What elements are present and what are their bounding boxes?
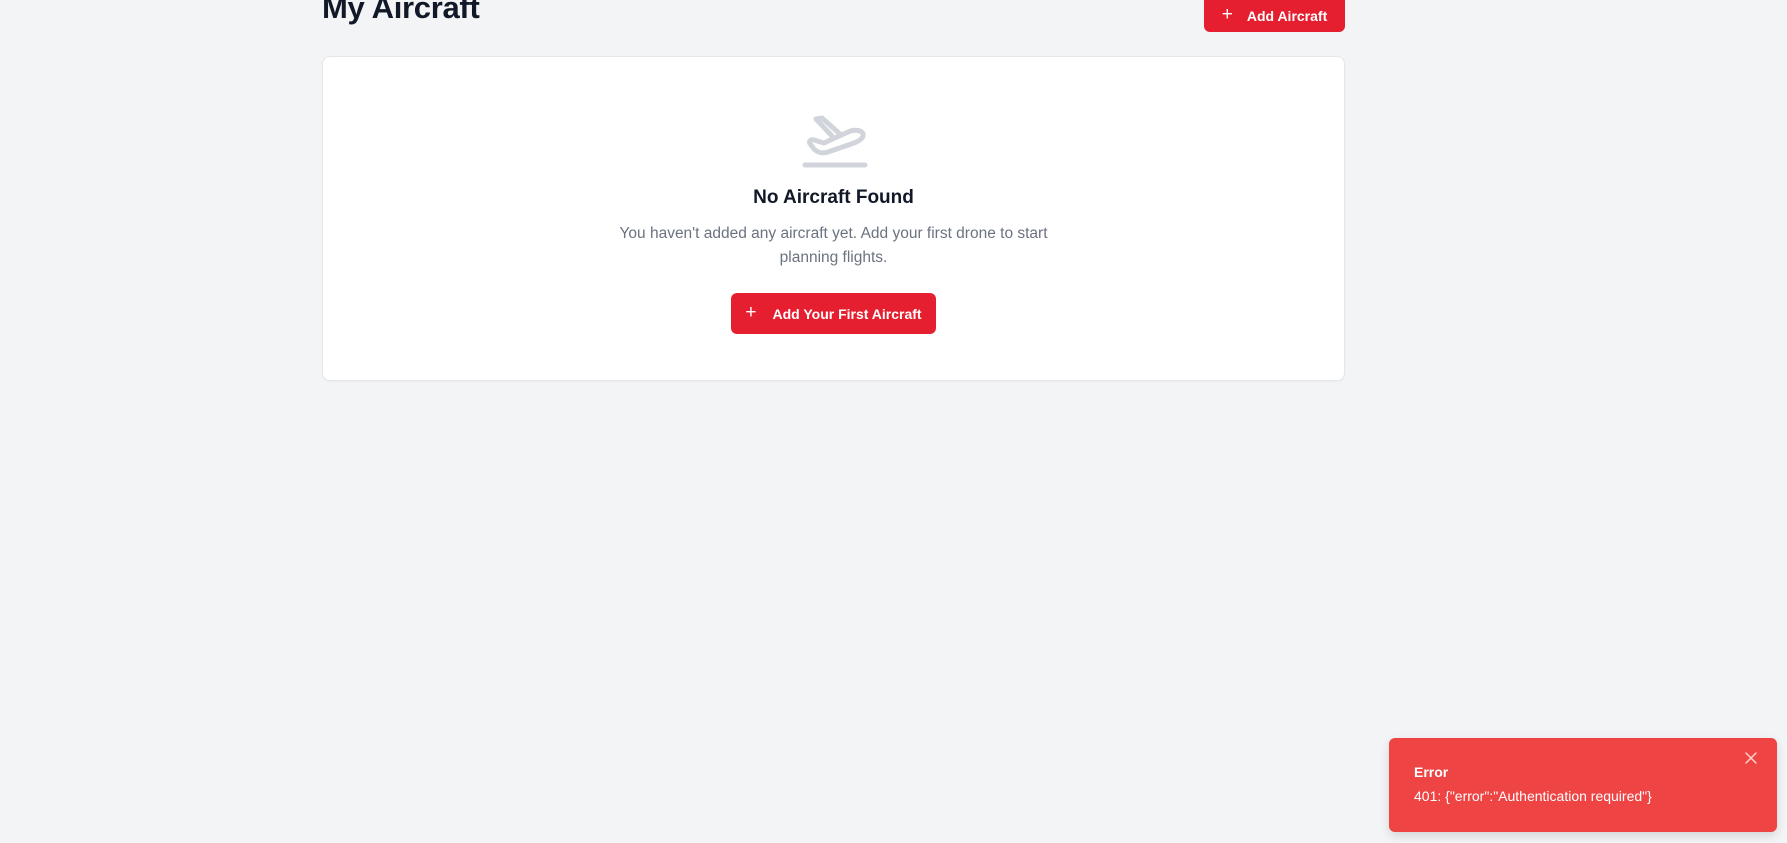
add-first-aircraft-label: Add Your First Aircraft (772, 305, 922, 322)
plus-icon: + (1221, 4, 1233, 25)
toast-title: Error (1414, 764, 1449, 780)
aircraft-page: My Aircraft + Add Aircraft No Aircraft F… (0, 0, 1787, 843)
plus-icon: + (745, 302, 757, 323)
add-first-aircraft-button[interactable]: + Add Your First Aircraft (731, 293, 936, 334)
add-aircraft-button[interactable]: + Add Aircraft (1204, 0, 1345, 32)
airplane-takeoff-icon (802, 115, 868, 168)
toast-message: 401: {"error":"Authentication required"} (1414, 788, 1652, 804)
add-aircraft-label: Add Aircraft (1246, 7, 1328, 24)
page-title: My Aircraft (322, 0, 480, 25)
empty-state-title: No Aircraft Found (753, 187, 914, 208)
page-header: My Aircraft + Add Aircraft (322, 0, 1345, 40)
error-toast: Error 401: {"error":"Authentication requ… (1389, 738, 1777, 832)
empty-state-description: You haven't added any aircraft yet. Add … (619, 225, 1048, 266)
empty-state-card: No Aircraft Found You haven't added any … (322, 56, 1345, 381)
close-icon[interactable] (1743, 750, 1759, 766)
